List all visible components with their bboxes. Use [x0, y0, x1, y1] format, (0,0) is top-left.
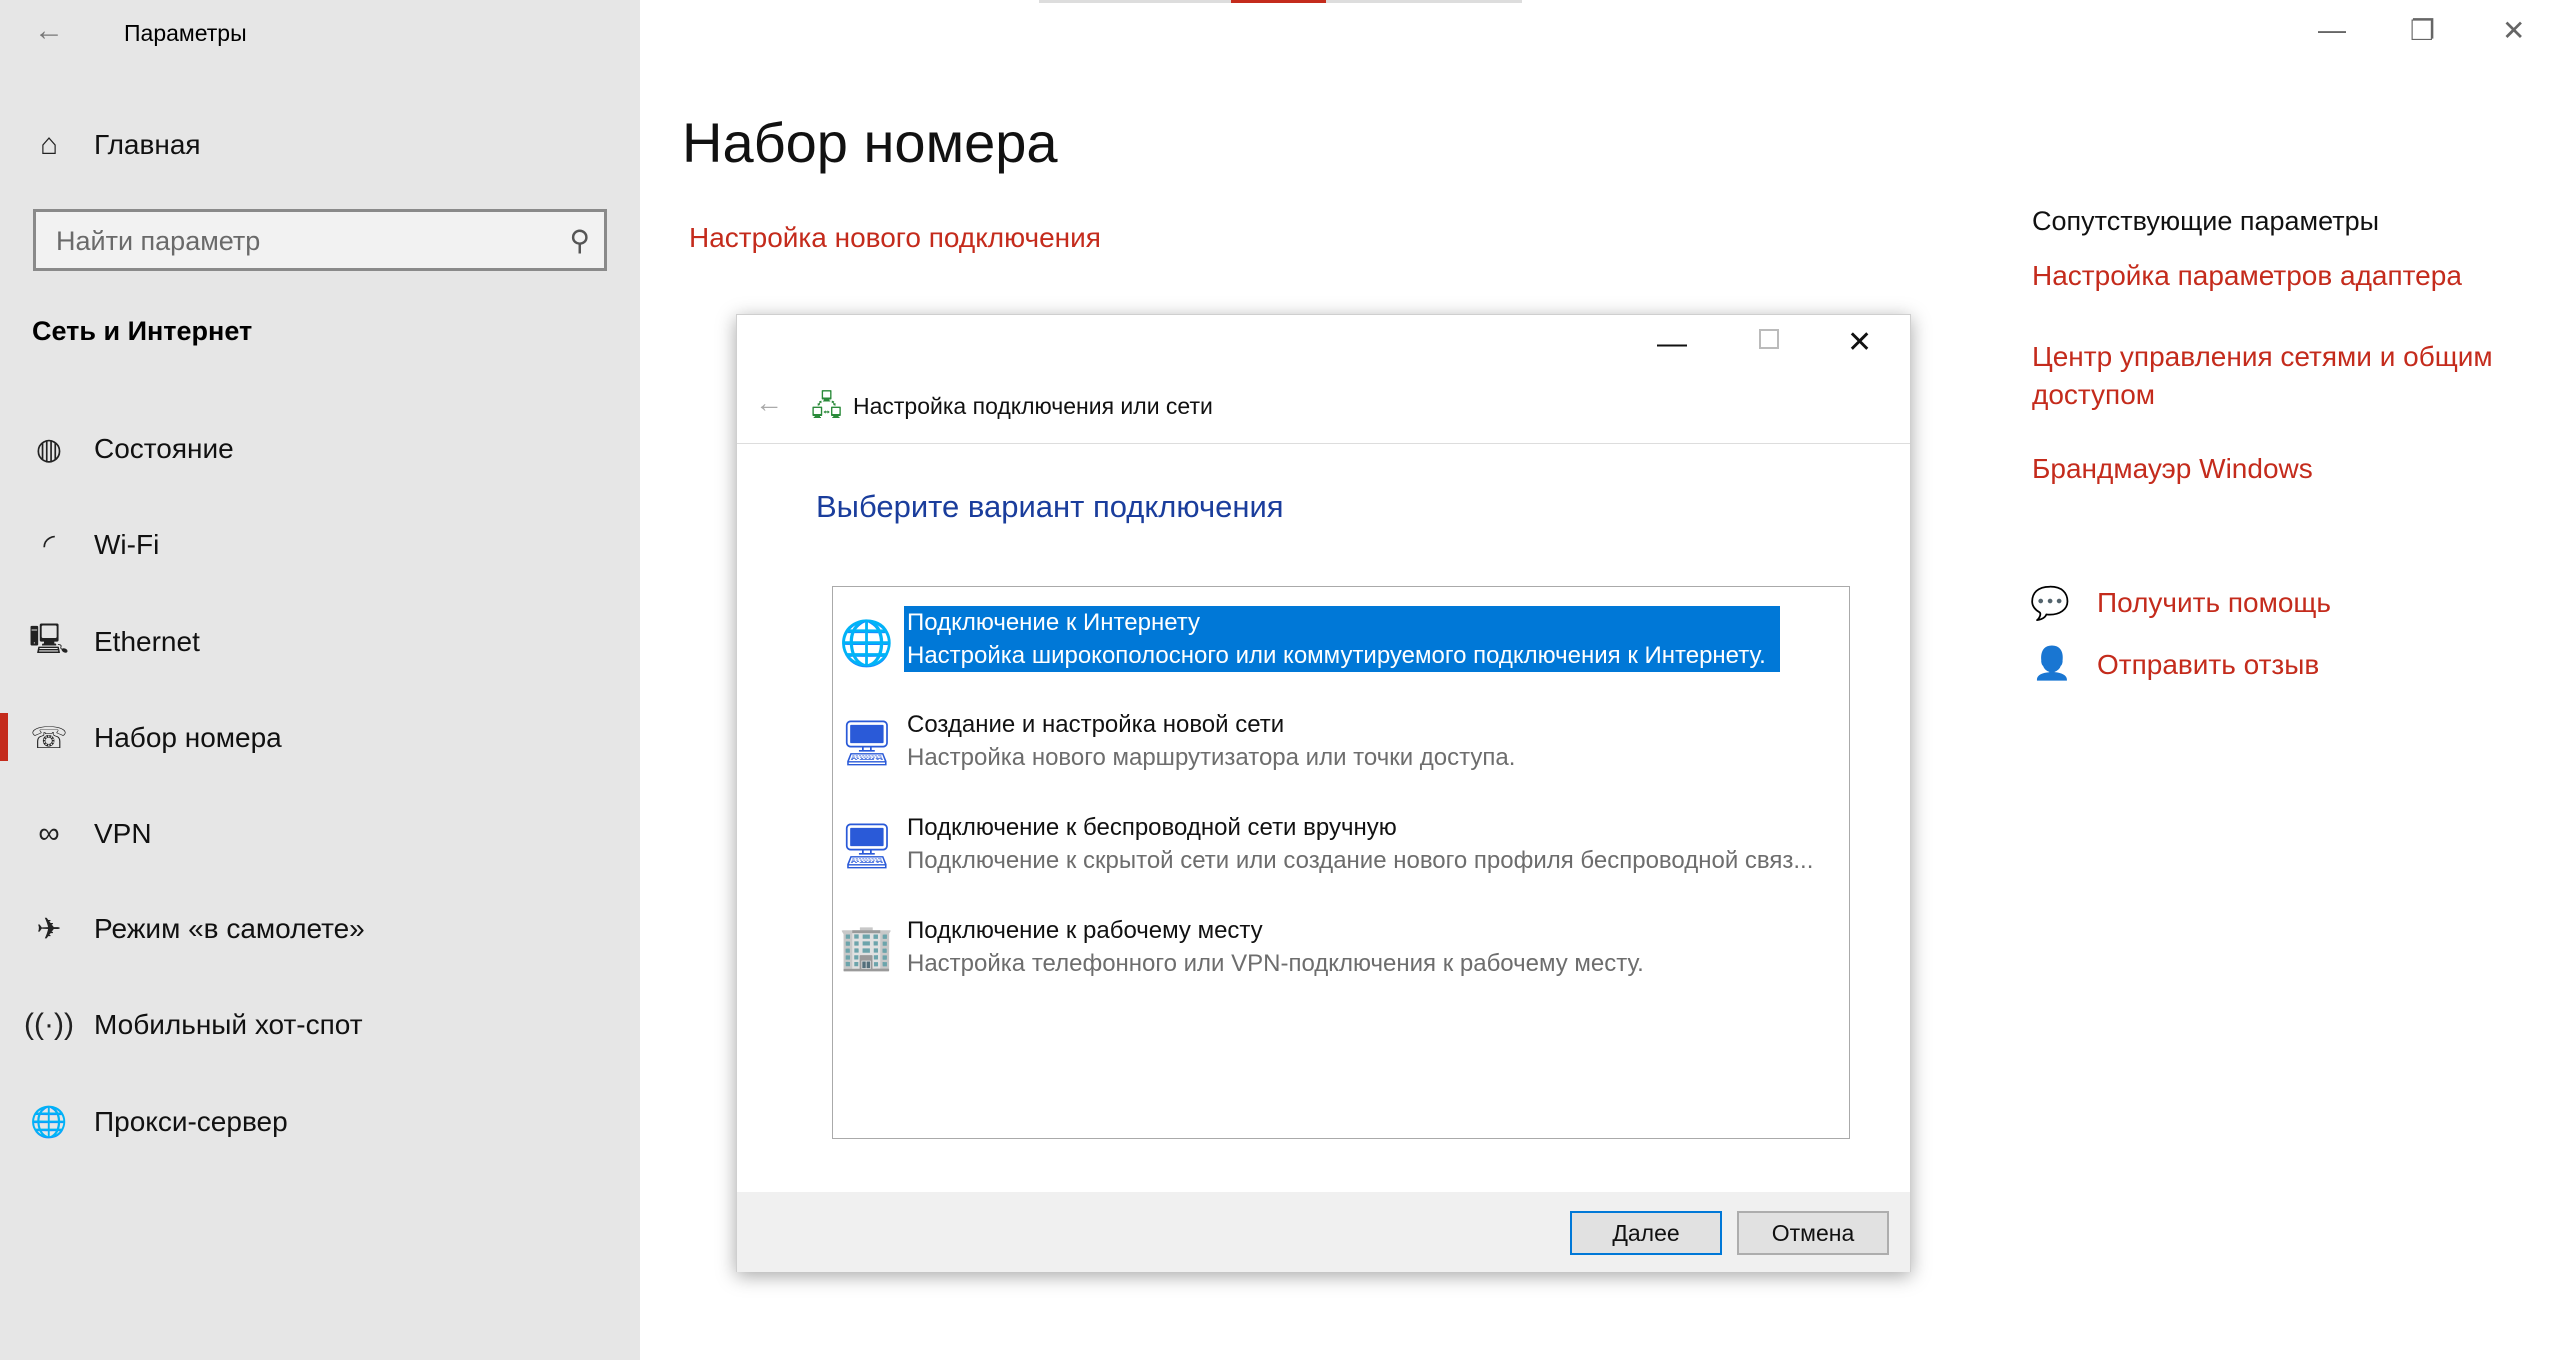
vpn-icon: ∞ — [38, 817, 60, 850]
option-internet[interactable]: 🌐 Подключение к Интернету Настройка широ… — [833, 603, 1833, 693]
cancel-button[interactable]: Отмена — [1737, 1211, 1889, 1255]
setup-new-connection-link[interactable]: Настройка нового подключения — [689, 222, 1101, 254]
option-desc: Настройка нового маршрутизатора или точк… — [907, 744, 1516, 771]
dialup-icon: ☏ — [30, 721, 68, 755]
firewall-link[interactable]: Брандмауэр Windows — [2032, 453, 2313, 485]
page-title: Набор номера — [682, 111, 1058, 174]
internet-globe-icon: 🌐 — [839, 619, 894, 668]
app-title: Параметры — [124, 20, 247, 46]
sidebar-item-dialup[interactable]: ☏ Набор номера — [0, 698, 640, 778]
option-wireless-manual[interactable]: 🖥 Подключение к беспроводной сети вручну… — [833, 810, 1833, 900]
network-center-link[interactable]: Центр управления сетями и общим доступом — [2032, 338, 2532, 414]
help-icon: 💬 — [2030, 585, 2070, 621]
sidebar-item-airplane[interactable]: ✈ Режим «в самолете» — [0, 889, 640, 969]
dialog-minimize-button[interactable]: — — [1657, 327, 1687, 361]
sidebar-item-hotspot[interactable]: ((·)) Мобильный хот-спот — [0, 985, 640, 1065]
related-heading: Сопутствующие параметры — [2032, 206, 2380, 236]
top-progress-mark — [1231, 0, 1326, 3]
close-button[interactable]: ✕ — [2502, 14, 2525, 47]
connection-setup-dialog: — ✕ ← 🖧 Настройка подключения или сети В… — [736, 314, 1911, 1272]
options-list: 🌐 Подключение к Интернету Настройка широ… — [832, 586, 1850, 1139]
sidebar-item-wifi[interactable]: ◜ Wi-Fi — [0, 505, 640, 585]
header-divider — [737, 443, 1910, 444]
sidebar-item-proxy[interactable]: 🌐 Прокси-сервер — [0, 1082, 640, 1162]
nav-label: Wi-Fi — [94, 529, 160, 560]
dialog-back-icon[interactable]: ← — [755, 387, 783, 419]
nav-label: VPN — [94, 818, 152, 849]
workplace-building-icon: 🏢 — [839, 923, 894, 972]
wifi-icon: ◜ — [43, 528, 55, 562]
nav-label: Ethernet — [94, 626, 200, 657]
send-feedback-link[interactable]: Отправить отзыв — [2097, 649, 2319, 681]
dialog-maximize-button[interactable] — [1759, 329, 1779, 349]
next-button[interactable]: Далее — [1570, 1211, 1722, 1255]
dialog-heading: Выберите вариант подключения — [816, 489, 1284, 524]
option-workplace[interactable]: 🏢 Подключение к рабочему месту Настройка… — [833, 913, 1833, 1003]
nav-label: Режим «в самолете» — [94, 913, 365, 944]
globe-icon: 🌐 — [30, 1105, 68, 1139]
option-desc: Подключение к скрытой сети или создание … — [907, 847, 1814, 874]
nav-label: Набор номера — [94, 722, 282, 753]
airplane-icon: ✈ — [36, 912, 62, 946]
globe-status-icon: ◍ — [35, 432, 63, 466]
network-setup-icon: 🖧 — [811, 390, 843, 421]
dialog-close-button[interactable]: ✕ — [1847, 325, 1872, 360]
search-input[interactable]: Найти параметр ⚲ — [33, 209, 607, 271]
search-placeholder: Найти параметр — [56, 226, 261, 256]
feedback-icon: 👤 — [2032, 645, 2072, 681]
option-title: Подключение к рабочему месту — [907, 917, 1263, 944]
option-title: Подключение к беспроводной сети вручную — [907, 814, 1397, 841]
option-desc: Настройка широкополосного или коммутируе… — [907, 642, 1766, 669]
router-icon: 🖥 — [839, 719, 895, 768]
minimize-button[interactable]: — — [2318, 14, 2346, 46]
section-title: Сеть и Интернет — [32, 316, 253, 346]
sidebar: ← Параметры ⌂ Главная Найти параметр ⚲ С… — [0, 0, 640, 1360]
sidebar-item-ethernet[interactable]: 🖳 Ethernet — [0, 602, 640, 682]
home-icon: ⌂ — [39, 128, 59, 161]
option-new-network[interactable]: 🖥 Создание и настройка новой сети Настро… — [833, 707, 1833, 797]
dialog-footer — [737, 1192, 1910, 1272]
sidebar-item-vpn[interactable]: ∞ VPN — [0, 794, 640, 874]
home-label: Главная — [94, 129, 201, 160]
dialog-title: Настройка подключения или сети — [853, 393, 1213, 419]
wireless-network-icon: 🖥 — [839, 822, 895, 871]
nav-label: Состояние — [94, 433, 234, 464]
search-icon[interactable]: ⚲ — [569, 224, 590, 257]
option-title: Создание и настройка новой сети — [907, 711, 1285, 738]
adapter-settings-link[interactable]: Настройка параметров адаптера — [2032, 260, 2462, 292]
get-help-link[interactable]: Получить помощь — [2097, 587, 2331, 619]
option-desc: Настройка телефонного или VPN-подключени… — [907, 950, 1644, 977]
sidebar-item-home[interactable]: ⌂ Главная — [0, 105, 640, 185]
sidebar-item-status[interactable]: ◍ Состояние — [0, 409, 640, 489]
maximize-button[interactable]: ❐ — [2410, 14, 2435, 47]
ethernet-icon: 🖳 — [28, 622, 70, 656]
hotspot-icon: ((·)) — [24, 1008, 74, 1041]
back-arrow-icon[interactable]: ← — [34, 14, 64, 48]
nav-label: Прокси-сервер — [94, 1106, 288, 1137]
option-title: Подключение к Интернету — [907, 609, 1201, 636]
nav-label: Мобильный хот-спот — [94, 1009, 363, 1040]
